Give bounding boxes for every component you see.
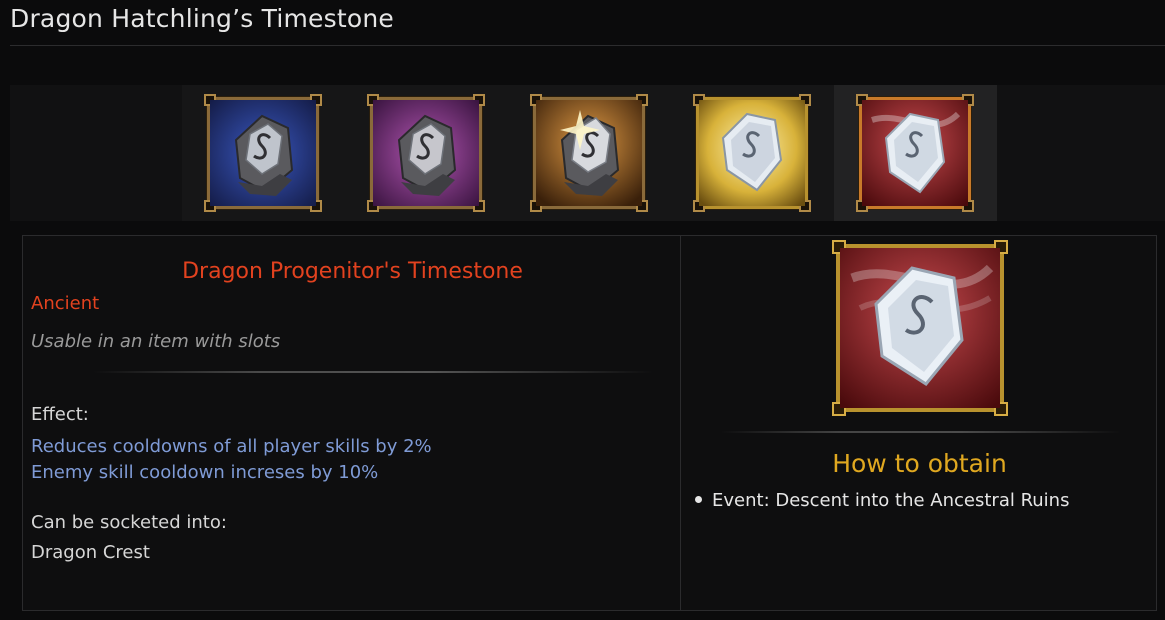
socket-value: Dragon Crest (31, 542, 150, 563)
timestone-gem-icon (536, 100, 642, 206)
timestone-large-icon (840, 248, 1000, 408)
item-details-panel: Dragon Progenitor's Timestone Ancient Us… (22, 235, 681, 611)
variant-tier-2[interactable] (345, 85, 508, 221)
timestone-gem-icon (373, 100, 479, 206)
page: Dragon Hatchling’s Timestone Dragon Prog… (0, 0, 1165, 620)
timestone-gem-icon (699, 100, 805, 206)
gem-frame (693, 94, 811, 212)
bullet-icon (695, 495, 702, 503)
gem-frame (856, 94, 974, 212)
obtain-panel: How to obtain Event: Descent into the An… (680, 235, 1157, 611)
section-divider (93, 371, 653, 373)
variant-tier-3[interactable] (508, 85, 671, 221)
timestone-gem-icon (862, 100, 968, 206)
section-divider (721, 431, 1121, 433)
gem-frame (367, 94, 485, 212)
page-title: Dragon Hatchling’s Timestone (10, 4, 394, 33)
title-divider (10, 45, 1165, 46)
timestone-gem-icon (210, 100, 316, 206)
socket-label: Can be socketed into: (31, 512, 227, 533)
variant-tier-4[interactable] (671, 85, 834, 221)
obtain-source-item: Event: Descent into the Ancestral Ruins (695, 490, 1069, 511)
variant-tier-1[interactable] (182, 85, 345, 221)
effect-line: Enemy skill cooldown increses by 10% (31, 462, 379, 483)
obtain-source-text: Event: Descent into the Ancestral Ruins (712, 490, 1070, 511)
obtain-title: How to obtain (832, 449, 1007, 478)
item-large-frame (832, 240, 1008, 416)
effect-label: Effect: (31, 404, 89, 425)
gem-frame (204, 94, 322, 212)
gem-frame (530, 94, 648, 212)
item-rarity: Ancient (31, 293, 100, 314)
variant-tier-5[interactable] (834, 85, 997, 221)
item-name: Dragon Progenitor's Timestone (182, 259, 523, 284)
item-usage: Usable in an item with slots (31, 331, 281, 352)
effect-line: Reduces cooldowns of all player skills b… (31, 436, 432, 457)
